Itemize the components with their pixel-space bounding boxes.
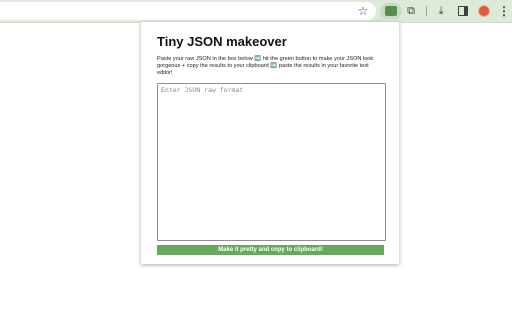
address-bar[interactable] <box>0 2 376 20</box>
extension-logo-icon <box>385 6 397 16</box>
toolbar-divider <box>426 6 427 16</box>
side-panel-icon[interactable] <box>455 3 471 19</box>
puzzle-icon[interactable]: ⧉ <box>403 3 419 19</box>
extension-popup: Tiny JSON makeover Paste your raw JSON i… <box>141 22 399 264</box>
avatar[interactable] <box>476 3 492 19</box>
browser-toolbar: ☆ ⧉ ⤓ ⋮ <box>0 0 512 23</box>
more-menu-icon[interactable]: ⋮ <box>496 3 512 19</box>
download-icon[interactable]: ⤓ <box>433 3 449 19</box>
instructions-text: Paste your raw JSON in the box below ➡️ … <box>157 56 374 77</box>
extension-icon[interactable] <box>380 3 402 19</box>
popup-title: Tiny JSON makeover <box>157 34 287 49</box>
json-input[interactable] <box>157 82 386 241</box>
prettify-copy-button[interactable]: Make it pretty and copy to clipboard! <box>157 244 384 255</box>
star-icon[interactable]: ☆ <box>355 3 371 19</box>
